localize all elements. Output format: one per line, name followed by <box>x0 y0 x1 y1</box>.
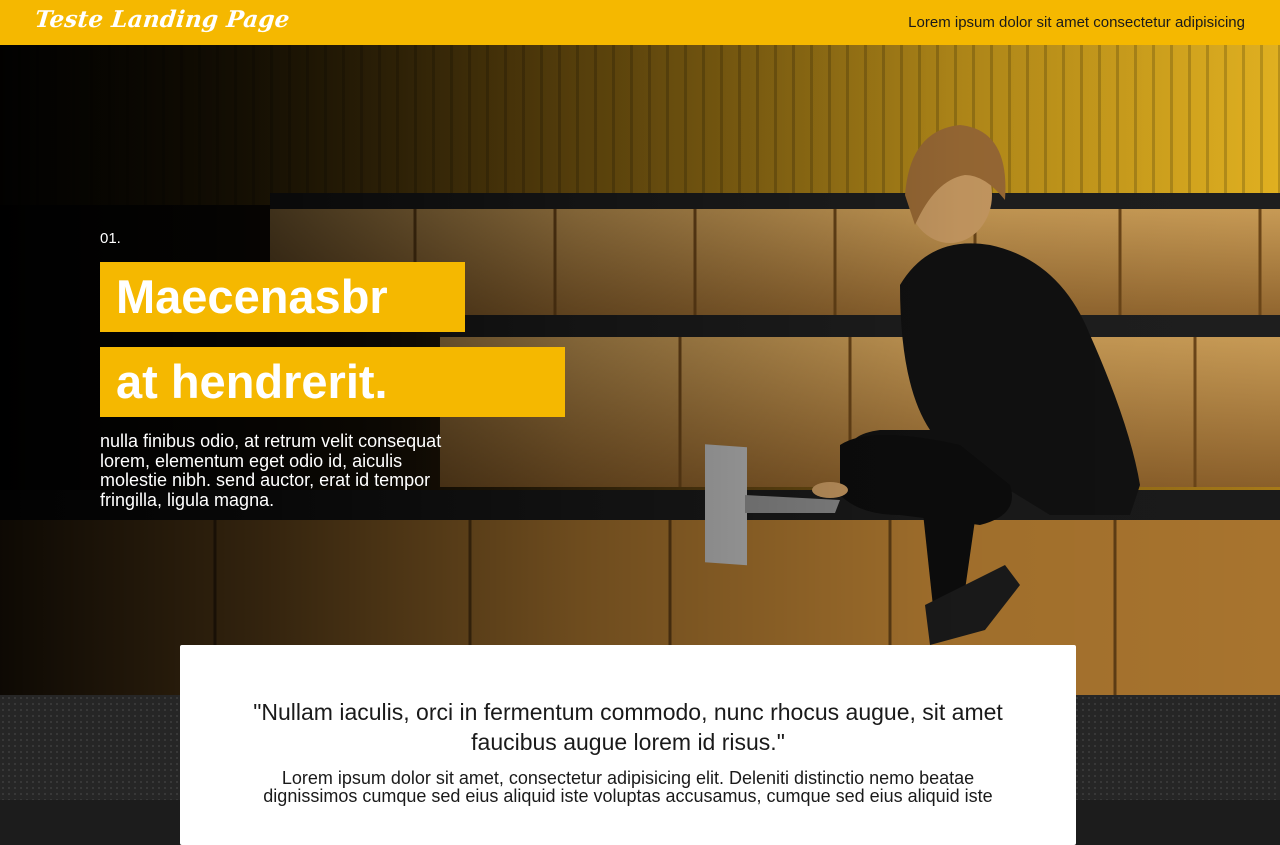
hero-section: 01. Maecenasbr at hendrerit. nulla finib… <box>0 45 1280 695</box>
testimonial-quote: "Nullam iaculis, orci in fermentum commo… <box>253 699 1003 755</box>
site-logo[interactable]: Teste Landing Page <box>34 6 291 33</box>
hero-number: 01. <box>100 230 121 247</box>
hero-description: nulla finibus odio, at retrum velit cons… <box>100 431 442 510</box>
testimonial-card: "Nullam iaculis, orci in fermentum commo… <box>180 645 1076 845</box>
nav-link[interactable]: Lorem ipsum dolor sit amet consectetur a… <box>908 14 1245 31</box>
hero-title-line-2: at hendrerit. <box>100 347 565 417</box>
hero-title-line-1: Maecenasbr <box>100 262 465 332</box>
top-navbar: Teste Landing Page Lorem ipsum dolor sit… <box>0 0 1280 45</box>
